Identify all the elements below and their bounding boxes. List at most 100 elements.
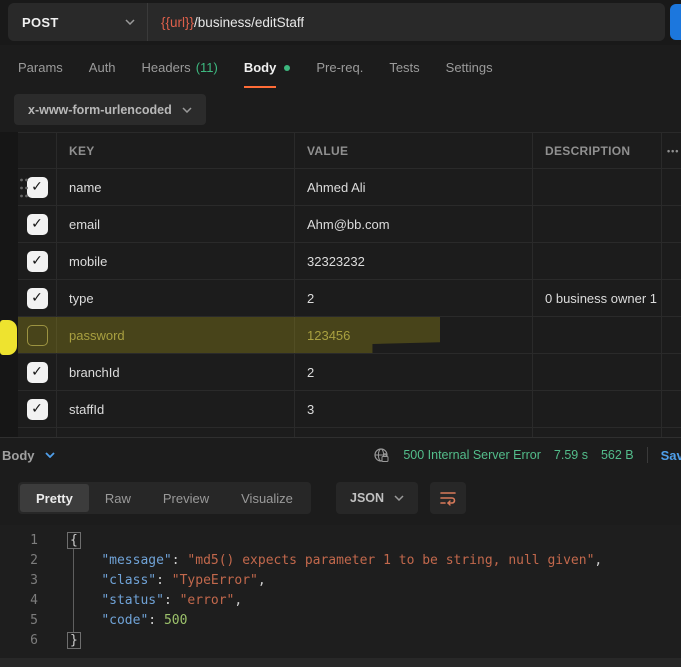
table-row: ✓ name Ahmed Ali xyxy=(18,169,681,206)
param-value[interactable]: 3 xyxy=(295,391,533,427)
table-row: ✓ password 123456 xyxy=(18,317,681,354)
param-key[interactable]: mobile xyxy=(57,243,295,279)
tab-label: Body xyxy=(244,60,277,75)
body-type-label: x-www-form-urlencoded xyxy=(28,103,172,117)
headers-count-badge: (11) xyxy=(196,60,218,75)
response-format-selector[interactable]: JSON xyxy=(336,482,418,514)
bottom-strip xyxy=(0,658,681,667)
tab-params[interactable]: Params xyxy=(18,60,63,75)
chevron-down-icon xyxy=(45,452,55,458)
line-number: 5 xyxy=(0,611,38,631)
checkmark-icon: ✓ xyxy=(31,180,43,194)
wrap-lines-button[interactable] xyxy=(430,482,466,514)
url-input[interactable]: {{url}}/business/editStaff xyxy=(148,15,304,30)
param-key[interactable]: email xyxy=(57,206,295,242)
param-key[interactable]: password xyxy=(57,317,295,353)
url-bar: POST {{url}}/business/editStaff xyxy=(8,3,665,41)
tab-label: Pre-req. xyxy=(316,60,363,75)
table-row: ✓ type 2 0 business owner 1 ad xyxy=(18,280,681,317)
checkmark-icon: ✓ xyxy=(31,402,43,416)
more-options-icon[interactable]: ••• xyxy=(662,133,681,168)
view-tab-pretty[interactable]: Pretty xyxy=(20,484,89,512)
line-number: 1 xyxy=(0,531,38,551)
tab-pre-request[interactable]: Pre-req. xyxy=(316,60,363,75)
param-value[interactable]: 2 xyxy=(295,280,533,316)
param-key[interactable]: name xyxy=(57,169,295,205)
param-key[interactable]: staffId xyxy=(57,391,295,427)
row-checkbox[interactable]: ✓ xyxy=(27,214,48,235)
view-tab-preview[interactable]: Preview xyxy=(147,484,225,512)
params-table: KEY VALUE DESCRIPTION ••• ✓ name Ahmed A… xyxy=(0,132,681,437)
response-view-tabs: Pretty Raw Preview Visualize xyxy=(18,482,311,514)
tab-label: Params xyxy=(18,60,63,75)
param-key[interactable]: branchId xyxy=(57,354,295,390)
response-size: 562 B xyxy=(601,448,634,462)
param-value[interactable]: 123456 xyxy=(295,317,533,353)
param-description[interactable] xyxy=(533,391,662,427)
request-url-bar: POST {{url}}/business/editStaff xyxy=(0,0,681,45)
table-gutter xyxy=(0,132,18,437)
param-value[interactable]: 32323232 xyxy=(295,243,533,279)
table-row: ✓ branchId 2 xyxy=(18,354,681,391)
code-line: 1{ xyxy=(0,531,681,551)
param-value[interactable]: Ahmed Ali xyxy=(295,169,533,205)
table-row: ✓ email Ahm@bb.com xyxy=(18,206,681,243)
body-type-row: x-www-form-urlencoded xyxy=(0,90,681,132)
drag-handle-icon[interactable] xyxy=(19,177,29,199)
chevron-down-icon xyxy=(182,107,192,113)
param-key[interactable]: type xyxy=(57,280,295,316)
param-value[interactable]: Ahm@bb.com xyxy=(295,206,533,242)
tab-tests[interactable]: Tests xyxy=(389,60,419,75)
table-row: ✓ staffId 3 xyxy=(18,391,681,428)
method-selector[interactable]: POST xyxy=(8,3,148,41)
chevron-down-icon xyxy=(125,19,135,25)
code-line: 4 "status": "error", xyxy=(0,591,681,611)
send-button[interactable] xyxy=(670,4,681,40)
highlight-blob xyxy=(0,320,17,355)
chevron-down-icon xyxy=(394,495,404,501)
tab-auth[interactable]: Auth xyxy=(89,60,116,75)
row-checkbox[interactable]: ✓ xyxy=(27,288,48,309)
param-description[interactable] xyxy=(533,317,662,353)
param-description[interactable] xyxy=(533,206,662,242)
view-tab-visualize[interactable]: Visualize xyxy=(225,484,309,512)
tab-settings[interactable]: Settings xyxy=(446,60,493,75)
url-path: /business/editStaff xyxy=(194,15,304,30)
line-number: 6 xyxy=(0,631,38,651)
save-response-button[interactable]: Save xyxy=(661,448,681,463)
row-checkbox[interactable]: ✓ xyxy=(27,399,48,420)
row-checkbox[interactable]: ✓ xyxy=(27,325,48,346)
tab-body[interactable]: Body xyxy=(244,60,291,75)
response-code-lines: 1{2 "message": "md5() expects parameter … xyxy=(0,531,681,651)
view-tab-raw[interactable]: Raw xyxy=(89,484,147,512)
param-description[interactable] xyxy=(533,169,662,205)
row-checkbox[interactable]: ✓ xyxy=(27,362,48,383)
method-label: POST xyxy=(22,15,125,30)
param-description[interactable]: 0 business owner 1 ad xyxy=(533,280,662,316)
wrap-lines-icon xyxy=(439,490,457,506)
tab-label: Settings xyxy=(446,60,493,75)
response-status: 500 Internal Server Error xyxy=(403,448,541,462)
response-toolbar: Pretty Raw Preview Visualize JSON xyxy=(0,472,681,525)
code-line: 5 "code": 500 xyxy=(0,611,681,631)
body-type-selector[interactable]: x-www-form-urlencoded xyxy=(14,94,206,125)
checkmark-icon: ✓ xyxy=(31,254,43,268)
row-checkbox[interactable]: ✓ xyxy=(27,177,48,198)
param-description[interactable] xyxy=(533,354,662,390)
tab-headers[interactable]: Headers (11) xyxy=(142,60,218,75)
column-description: DESCRIPTION xyxy=(533,133,662,168)
url-variable: {{url}} xyxy=(161,15,194,30)
response-body-dropdown[interactable]: Body xyxy=(2,438,55,472)
param-description[interactable] xyxy=(533,243,662,279)
response-body-code[interactable]: 1{2 "message": "md5() expects parameter … xyxy=(0,525,681,658)
table-header-row: KEY VALUE DESCRIPTION ••• xyxy=(18,132,681,169)
tab-label: Headers xyxy=(142,60,191,75)
column-value: VALUE xyxy=(295,133,533,168)
table-row: ✓ mobile 32323232 xyxy=(18,243,681,280)
divider xyxy=(647,447,648,463)
param-value[interactable]: 2 xyxy=(295,354,533,390)
code-line: 3 "class": "TypeError", xyxy=(0,571,681,591)
row-checkbox[interactable]: ✓ xyxy=(27,251,48,272)
line-number: 3 xyxy=(0,571,38,591)
network-globe-icon xyxy=(373,447,390,464)
